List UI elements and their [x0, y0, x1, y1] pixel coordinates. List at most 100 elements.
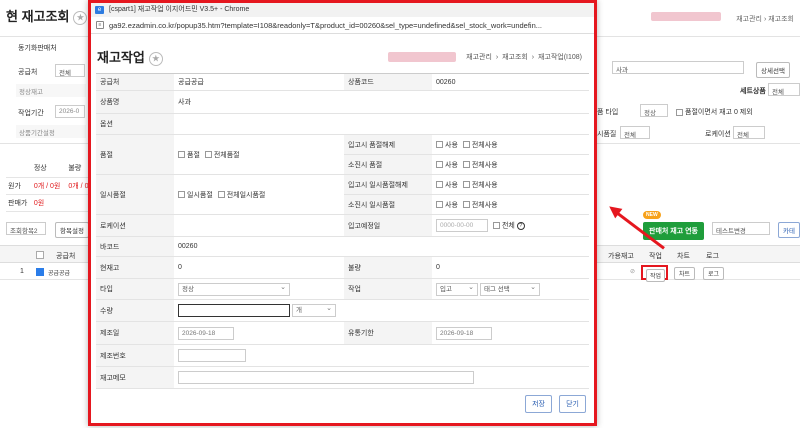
in-soldout-release-label: 입고시 품절해제 — [344, 134, 432, 155]
option-value — [174, 113, 589, 135]
expected-in-date-input[interactable]: 0000-00-00 — [436, 219, 488, 232]
popup-header: 재고작업 ★ 재고관리 › 재고조회 › 재고작업(I108) — [91, 34, 594, 70]
site-info-icon[interactable]: ≡ — [96, 21, 104, 29]
exclude-label: 품절이면서 재고 0 제외 — [685, 109, 753, 116]
column-select[interactable]: 조회항목2 — [6, 222, 46, 235]
type-select[interactable]: 정상 — [178, 282, 290, 296]
defect-value: 0 — [432, 256, 589, 279]
column-header[interactable]: 차트 — [677, 251, 690, 261]
temp-soldout-options: 일시품절 전체일시품절 — [174, 174, 344, 215]
favorite-star-icon[interactable]: ★ — [148, 51, 163, 66]
tag-select[interactable]: 태그 선택 — [479, 282, 540, 296]
in-temp-release-all-checkbox[interactable] — [462, 181, 470, 189]
location-value — [174, 214, 344, 237]
current-stock-value: 0 — [174, 256, 344, 279]
category-button[interactable]: 카테 — [778, 222, 800, 238]
qty-label: 수량 — [96, 299, 174, 322]
favorite-star-icon[interactable]: ★ — [73, 10, 88, 25]
soldout-opt-label: 전체품절 — [213, 151, 240, 159]
out-temp-all-checkbox[interactable] — [462, 201, 470, 209]
opt-label: 전체일시품절 — [226, 191, 266, 199]
chart-button[interactable]: 차트 — [674, 267, 696, 280]
new-badge: NEW — [643, 211, 661, 219]
opt-label: 사용 — [445, 181, 458, 189]
test-change-select[interactable]: 테스트변경 — [712, 222, 770, 235]
location-label: 로케이션 — [96, 214, 174, 237]
expiry-label: 유통기한 — [344, 321, 432, 345]
breadcrumb: 재고관리 › 재고조회 — [736, 16, 794, 23]
work-button[interactable]: 작업 — [646, 269, 666, 282]
location-select[interactable]: 전체 — [733, 126, 765, 139]
save-button[interactable]: 저장 — [525, 395, 552, 413]
exclude-checkbox[interactable] — [676, 108, 683, 116]
chrome-address-bar[interactable]: ≡ ga92.ezadmin.co.kr/popup35.htm?templat… — [91, 17, 594, 34]
expected-in-label: 입고예정일 — [344, 214, 432, 237]
work-button-highlight[interactable]: 작업 — [641, 265, 668, 282]
search-input[interactable]: 사과 — [612, 61, 744, 74]
memo-input[interactable] — [178, 371, 474, 384]
product-type-select[interactable]: 정상 — [640, 104, 668, 117]
column-header[interactable]: 공급처 — [56, 251, 75, 261]
opt-label: 사용 — [445, 201, 458, 209]
period-setting-select[interactable]: 상품기간설정 — [16, 125, 86, 138]
opt-label: 전체사용 — [471, 161, 498, 169]
mfg-no-label: 제조번호 — [96, 344, 174, 367]
supplier-label: 공급처 — [96, 73, 174, 91]
page-title-text: 현 재고조회 — [6, 9, 70, 24]
opt-label: 사용 — [445, 161, 458, 169]
qty-unit-select[interactable]: 개 — [291, 303, 336, 317]
app-logo-icon: e — [95, 6, 104, 14]
set-product-select[interactable]: 전체 — [768, 83, 800, 96]
out-soldout-use-checkbox[interactable] — [436, 161, 443, 169]
popup-heading-text: 재고작업 — [97, 50, 145, 65]
help-icon[interactable]: ? — [516, 221, 525, 230]
item-setting-button[interactable]: 항목설정 — [55, 222, 89, 238]
column-header[interactable]: 가용재고 — [608, 251, 634, 261]
url-text[interactable]: ga92.ezadmin.co.kr/popup35.htm?template=… — [109, 21, 542, 30]
stock-work-popup: e [cspart1] 재고작업 이지어드민 V3.5+ - Chrome ≡ … — [88, 0, 597, 426]
column-header[interactable]: 로그 — [706, 251, 719, 261]
mfg-no-input[interactable] — [178, 349, 246, 362]
in-temp-release-options: 사용 전체사용 — [432, 174, 589, 195]
expected-in-all-label: 전체 — [501, 222, 515, 230]
soldout-all-checkbox[interactable] — [204, 151, 212, 159]
supplier-label: 공급처 — [18, 69, 38, 76]
opt-label: 전체사용 — [471, 201, 498, 209]
breadcrumb-item[interactable]: 재고조회 — [768, 16, 794, 23]
option-label: 옵션 — [96, 113, 174, 135]
product-name-value: 사과 — [174, 90, 589, 114]
supplier-select[interactable]: 전체 — [55, 64, 85, 77]
in-soldout-release-all-checkbox[interactable] — [462, 141, 470, 149]
detail-select-button[interactable]: 상세선택 — [756, 62, 790, 78]
row-stock-status-icon: ⊘ — [630, 269, 636, 275]
qty-input[interactable] — [178, 304, 290, 317]
column-header[interactable]: 작업 — [649, 251, 662, 261]
blurred-user — [388, 52, 457, 63]
mfg-date-input[interactable]: 2026-09-18 — [178, 326, 234, 340]
out-temp-use-checkbox[interactable] — [436, 201, 443, 209]
period-start-input[interactable]: 2026-0 — [55, 105, 85, 118]
stock-type-select[interactable]: 정상재고 — [16, 84, 86, 97]
close-button[interactable]: 닫기 — [559, 395, 586, 413]
quality-select[interactable]: 전체 — [620, 126, 650, 139]
type-cell: 정상 — [174, 278, 344, 300]
row-checkbox[interactable] — [36, 268, 44, 276]
expiry-input[interactable]: 2026-09-18 — [436, 326, 492, 340]
summary-value: 0원 — [31, 194, 67, 212]
exclude-checkbox-wrap[interactable]: 품절이면서 재고 0 제외 — [676, 107, 753, 117]
in-temp-release-use-checkbox[interactable] — [436, 181, 443, 189]
soldout-checkbox[interactable] — [178, 151, 185, 159]
temp-soldout-checkbox[interactable] — [178, 191, 185, 199]
log-button[interactable]: 로그 — [703, 267, 725, 280]
out-soldout-all-checkbox[interactable] — [462, 161, 470, 169]
soldout-opt-label: 품절 — [187, 151, 200, 159]
temp-soldout-all-checkbox[interactable] — [217, 191, 225, 199]
popup-heading: 재고작업 ★ — [97, 47, 163, 66]
expected-in-all-checkbox[interactable] — [492, 222, 500, 229]
breadcrumb-item[interactable]: 재고관리 — [736, 16, 762, 23]
opt-label: 전체사용 — [471, 181, 498, 189]
in-soldout-release-use-checkbox[interactable] — [436, 141, 443, 149]
product-code-value: 00260 — [432, 73, 589, 91]
select-all-checkbox[interactable] — [36, 251, 44, 259]
work-select[interactable]: 입고 — [436, 282, 478, 296]
